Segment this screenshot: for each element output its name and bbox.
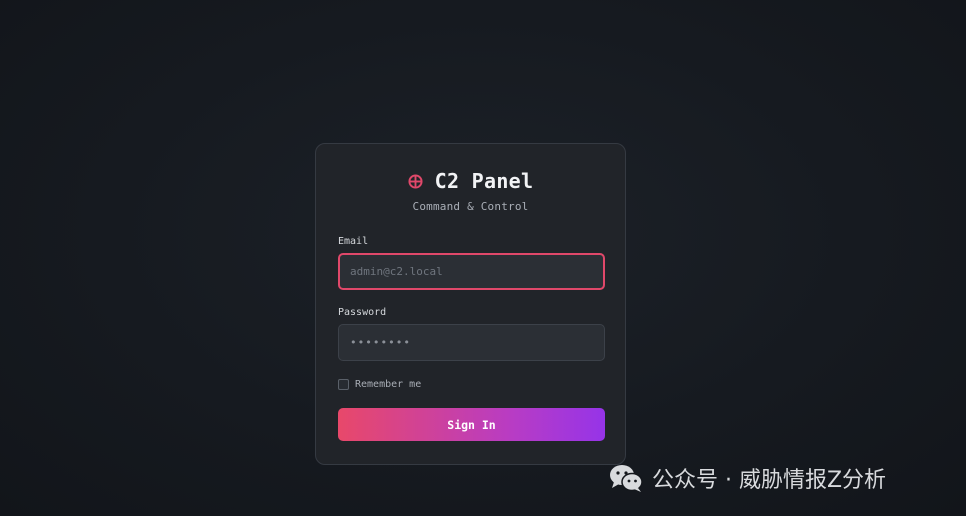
- page-subtitle: Command & Control: [412, 200, 529, 213]
- login-card: C2 Panel Command & Control Email Passwor…: [315, 143, 626, 465]
- sign-in-button[interactable]: Sign In: [338, 408, 605, 441]
- login-header: C2 Panel: [338, 168, 603, 194]
- remember-me-row[interactable]: Remember me: [338, 378, 603, 391]
- password-field[interactable]: [338, 324, 605, 361]
- email-label: Email: [338, 236, 369, 247]
- wechat-icon: [610, 465, 643, 492]
- remember-me-checkbox[interactable]: [338, 379, 349, 390]
- page-title: C2 Panel: [434, 169, 534, 193]
- email-field[interactable]: [338, 253, 605, 290]
- watermark: 公众号 · 威胁情报Z分析: [608, 462, 886, 494]
- crosshair-icon: [408, 173, 423, 189]
- watermark-text: 公众号 · 威胁情报Z分析: [652, 468, 887, 493]
- remember-me-label: Remember me: [355, 379, 422, 390]
- password-label: Password: [338, 307, 387, 318]
